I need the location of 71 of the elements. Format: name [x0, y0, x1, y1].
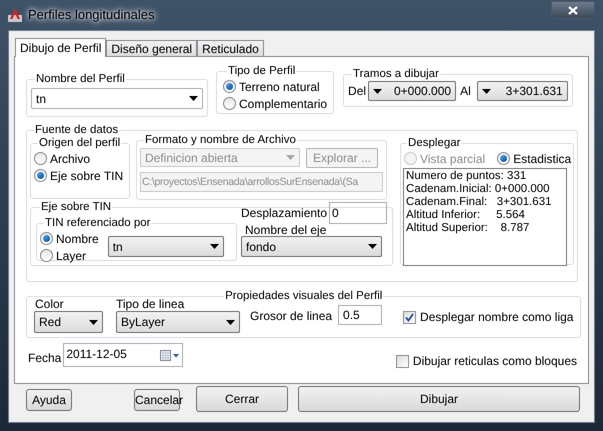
radio-button[interactable] [497, 152, 510, 165]
dialog-button[interactable]: Ayuda [26, 389, 72, 411]
checkbox-label: Desplegar nombre como liga [420, 309, 574, 326]
caret-icon [368, 244, 377, 249]
dropdown[interactable]: 0+000.000 [368, 81, 456, 101]
linetype-label: Tipo de linea [116, 298, 186, 311]
statistics-line: Altitud Superior: 8.787 [406, 222, 530, 235]
tab[interactable]: Dibujo de Perfil [15, 38, 106, 57]
caret-icon [189, 96, 198, 101]
radio-label: Terreno natural [239, 78, 320, 96]
offset-field[interactable]: 0 [329, 202, 388, 224]
caret-icon [482, 88, 491, 94]
dropdown[interactable]: tn [31, 88, 203, 109]
caret-icon [226, 320, 235, 324]
checkbox[interactable] [396, 354, 409, 368]
caret-icon [286, 155, 295, 160]
radio-button[interactable] [40, 232, 53, 245]
dropdown[interactable]: Red [34, 311, 103, 333]
close-icon [568, 6, 578, 14]
app-logo-icon [8, 8, 22, 22]
radio-label: Vista parcial [420, 150, 486, 168]
group-label: Origen del perfil [38, 137, 122, 150]
statistics-line: Cadenam.Final: 3+301.631 [406, 196, 552, 209]
caret-icon [89, 320, 98, 324]
group-label: Nombre del Perfil [35, 73, 126, 86]
dropdown[interactable]: tn [108, 236, 224, 257]
date-field[interactable]: 2011-12-05 [63, 343, 183, 367]
group-label: Fuente de datos [34, 124, 120, 137]
checkbox-label: Dibujar reticulas como bloques [412, 353, 577, 370]
group-label: Desplegar [407, 137, 462, 150]
to-label: Al [460, 83, 471, 100]
group-label: Propiedades visuales del Perfil [224, 290, 384, 303]
close-button[interactable] [551, 1, 595, 19]
radio-button[interactable] [223, 97, 236, 110]
dropdown[interactable]: 3+301.631 [476, 81, 568, 101]
dropdown[interactable]: ByLayer [116, 311, 240, 333]
radio-label: Nombre [56, 230, 99, 248]
group-label: Eje sobre TIN [40, 201, 112, 214]
window-title: Perfiles longitudinales [28, 6, 154, 24]
group-label: TIN referenciado por [44, 217, 152, 230]
radio-button[interactable] [223, 80, 236, 93]
statistics-line: Numero de puntos: 331 [406, 170, 528, 183]
checkbox[interactable] [403, 310, 416, 324]
offset-label: Desplazamiento [241, 205, 328, 222]
from-label: Del [348, 83, 366, 100]
caret-icon [373, 88, 382, 94]
calendar-icon [160, 350, 180, 360]
dialog-button[interactable]: Dibujar [298, 386, 580, 412]
radio-button[interactable] [34, 169, 47, 182]
axis-label: Nombre del eje [245, 224, 328, 236]
group-label: Tipo de Perfil [227, 65, 296, 78]
dropdown[interactable]: fondo [241, 236, 382, 257]
dialog-button[interactable]: Cerrar [196, 386, 288, 412]
radio-label: Estadistica [513, 150, 572, 168]
statistics-line: Altitud Inferior: 5.564 [406, 209, 526, 222]
color-label: Color [35, 298, 65, 311]
caret-icon [210, 244, 219, 249]
weight-field[interactable]: 0.5 [338, 305, 382, 325]
tab[interactable]: Diseño general [106, 40, 198, 56]
radio-label: Layer [56, 248, 86, 264]
radio-button[interactable] [40, 249, 53, 262]
radio-label: Eje sobre TIN [50, 168, 124, 184]
statistics-line: Cadenam.Inicial: 0+000.000 [406, 183, 551, 196]
radio-button[interactable] [34, 152, 47, 165]
group-label: Tramos a dibujar [352, 68, 440, 81]
weight-label: Grosor de linea [250, 308, 332, 325]
radio-label: Complementario [239, 96, 328, 112]
group-label: Formato y nombre de Archivo [144, 134, 297, 147]
radio-label: Archivo [50, 150, 90, 168]
date-label: Fecha [28, 350, 62, 367]
tab[interactable]: Reticulado [197, 40, 264, 56]
